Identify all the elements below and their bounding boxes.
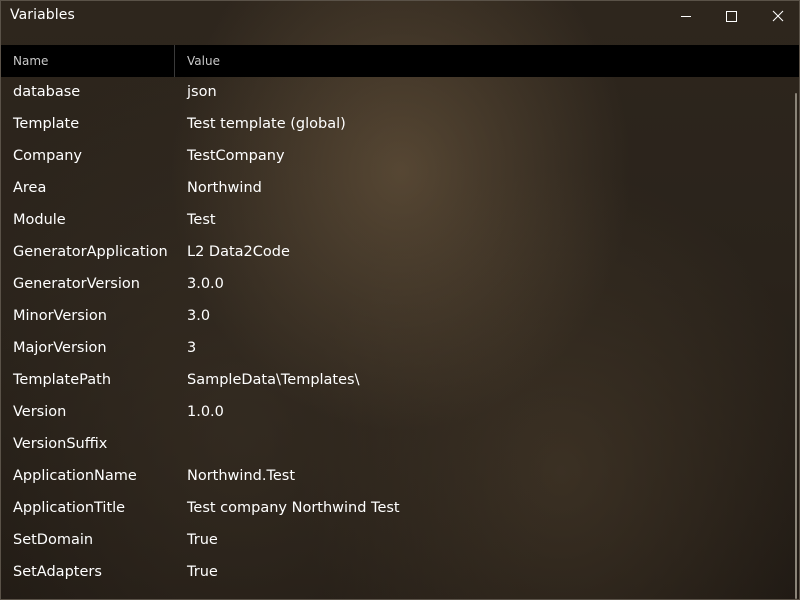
variable-value: 1.0.0 [187, 404, 224, 420]
variable-value: True [187, 532, 218, 548]
variable-value: Northwind.Test [187, 468, 295, 484]
column-header-value[interactable]: Value [187, 54, 220, 68]
table-row[interactable]: Template Test template (global) [1, 109, 791, 141]
variable-name: Version [13, 404, 67, 420]
variable-value: 3 [187, 340, 197, 356]
table-row[interactable]: Company TestCompany [1, 141, 791, 173]
window-title: Variables [10, 7, 75, 23]
variable-value: L2 Data2Code [187, 244, 290, 260]
table-row[interactable]: ApplicationName Northwind.Test [1, 461, 791, 493]
variable-name: Area [13, 180, 47, 196]
variables-grid-body: database json Template Test template (gl… [1, 77, 791, 589]
column-header-name[interactable]: Name [13, 54, 48, 68]
variable-name: database [13, 84, 81, 100]
variable-value: True [187, 564, 218, 580]
table-row[interactable]: TemplatePath SampleData\Templates\ [1, 365, 791, 397]
grid-header: Name Value [1, 45, 799, 77]
variables-window: Variables Name Value database json Templ… [0, 0, 800, 600]
variable-value: SampleData\Templates\ [187, 372, 360, 388]
table-row[interactable]: SetAdapters True [1, 557, 791, 589]
close-button[interactable] [755, 1, 799, 32]
title-bar[interactable]: Variables [1, 1, 799, 45]
variable-name: SetAdapters [13, 564, 102, 580]
table-row[interactable]: MajorVersion 3 [1, 333, 791, 365]
variable-name: Company [13, 148, 82, 164]
table-row[interactable]: Module Test [1, 205, 791, 237]
table-row[interactable]: Area Northwind [1, 173, 791, 205]
maximize-button[interactable] [709, 1, 755, 32]
variable-name: ApplicationName [13, 468, 137, 484]
table-row[interactable]: GeneratorApplication L2 Data2Code [1, 237, 791, 269]
variable-name: VersionSuffix [13, 436, 108, 452]
minimize-icon [681, 16, 691, 17]
table-row[interactable]: VersionSuffix [1, 429, 791, 461]
variable-name: ApplicationTitle [13, 500, 126, 516]
minimize-button[interactable] [663, 1, 709, 32]
variable-value: Test [187, 212, 216, 228]
table-row[interactable]: GeneratorVersion 3.0.0 [1, 269, 791, 301]
table-row[interactable]: ApplicationTitle Test company Northwind … [1, 493, 791, 525]
table-row[interactable]: SetDomain True [1, 525, 791, 557]
table-row[interactable]: database json [1, 77, 791, 109]
variable-name: Template [13, 116, 80, 132]
column-resize-handle[interactable] [174, 45, 175, 77]
close-icon [772, 10, 784, 22]
variable-value: 3.0.0 [187, 276, 224, 292]
variable-value: 3.0 [187, 308, 211, 324]
variable-name: Module [13, 212, 66, 228]
variable-value: Test template (global) [187, 116, 346, 132]
variable-value: Test company Northwind Test [187, 500, 400, 516]
table-row[interactable]: MinorVersion 3.0 [1, 301, 791, 333]
variable-value: json [187, 84, 217, 100]
variable-name: MajorVersion [13, 340, 107, 356]
variable-value: TestCompany [187, 148, 285, 164]
variable-name: GeneratorVersion [13, 276, 140, 292]
variable-value: Northwind [187, 180, 262, 196]
variable-name: GeneratorApplication [13, 244, 168, 260]
variable-name: TemplatePath [13, 372, 112, 388]
variable-name: SetDomain [13, 532, 94, 548]
variable-name: MinorVersion [13, 308, 107, 324]
vertical-scrollbar[interactable] [795, 93, 797, 599]
maximize-icon [726, 11, 737, 22]
table-row[interactable]: Version 1.0.0 [1, 397, 791, 429]
